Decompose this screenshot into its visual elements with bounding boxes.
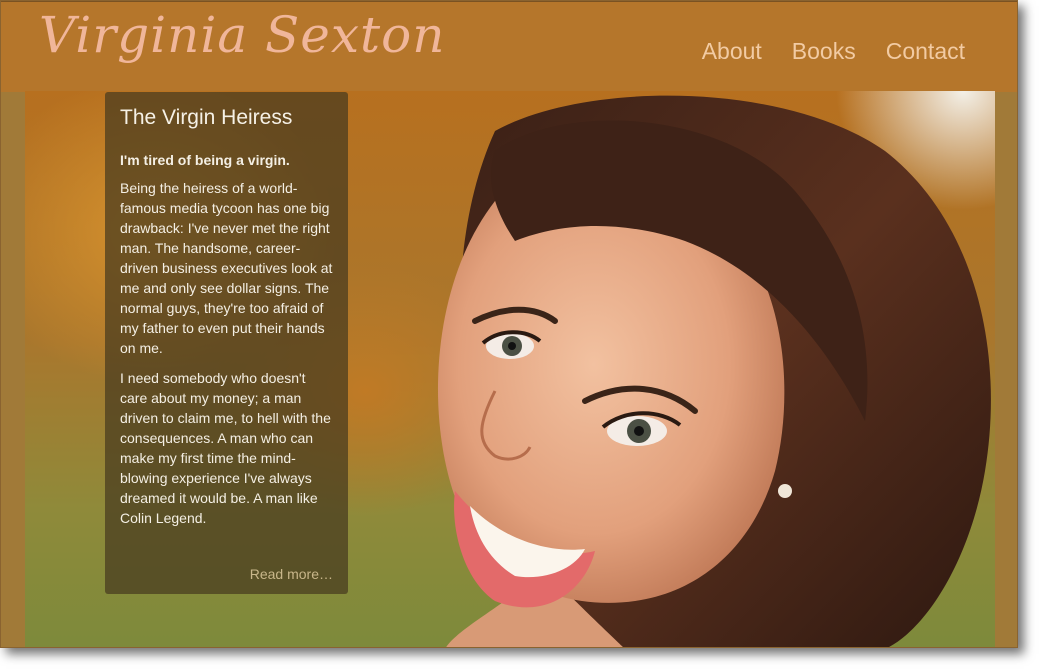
browser-window: Virginia Sexton About Books Contact The … [0, 0, 1018, 648]
nav-books[interactable]: Books [792, 38, 856, 65]
read-more-link[interactable]: Read more… [250, 566, 333, 582]
book-blurb-paragraph: Being the heiress of a world-famous medi… [120, 180, 333, 356]
book-blurb-paragraph: I need somebody who doesn't care about m… [120, 370, 331, 526]
nav-about[interactable]: About [702, 38, 762, 65]
main-nav: About Books Contact [702, 38, 965, 65]
book-title[interactable]: The Virgin Heiress [120, 106, 333, 130]
site-header: Virginia Sexton About Books Contact [1, 1, 1017, 92]
nav-contact[interactable]: Contact [886, 38, 965, 65]
site-logo[interactable]: Virginia Sexton [39, 6, 445, 64]
book-tagline: I'm tired of being a virgin. [120, 152, 290, 168]
book-feature-card: The Virgin Heiress I'm tired of being a … [105, 92, 348, 594]
